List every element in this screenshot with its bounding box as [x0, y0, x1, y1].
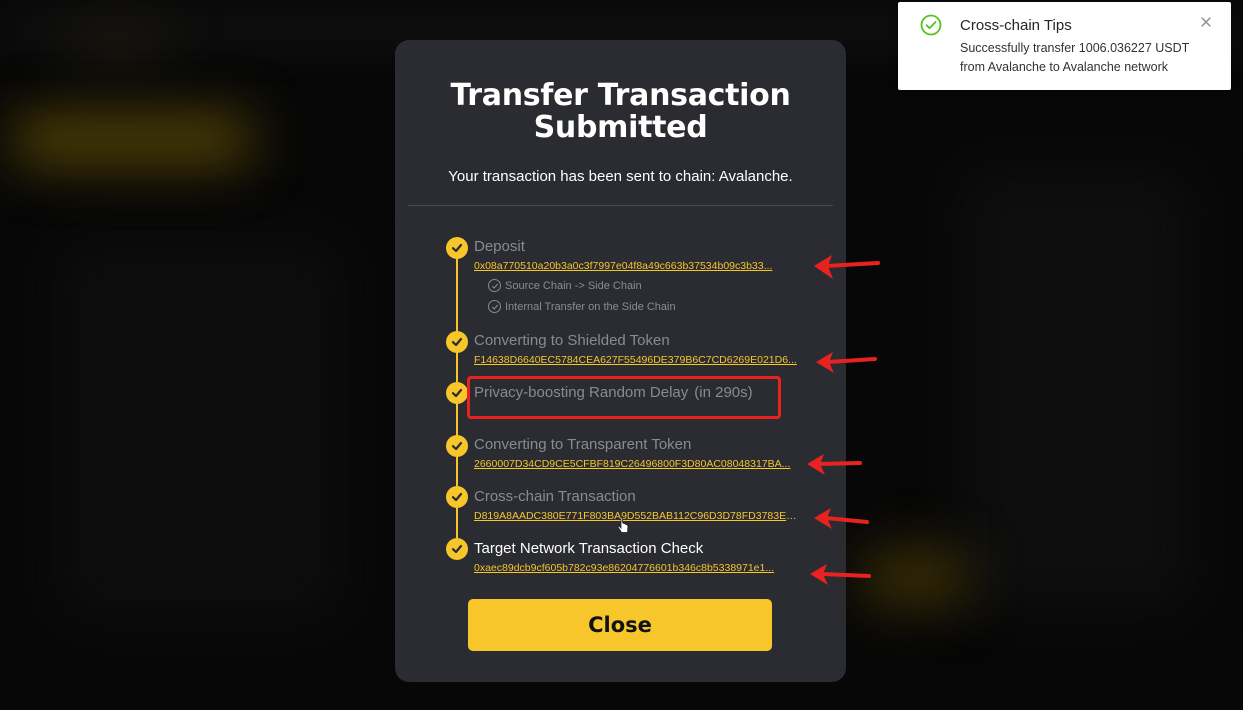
background-button — [10, 112, 255, 167]
modal-title-line2: Submitted — [533, 110, 708, 145]
step-deposit-title: Deposit — [474, 238, 525, 255]
toast-title: Cross-chain Tips — [960, 17, 1072, 34]
modal-divider — [408, 205, 833, 206]
red-arrow-icon — [814, 508, 869, 529]
step-target-check-hash-link[interactable]: 0xaec89dcb9cf605b782c93e86204776601b346c… — [474, 562, 800, 574]
check-circle-icon — [488, 279, 501, 292]
close-button[interactable]: Close — [468, 599, 772, 651]
sub-step-label: Source Chain -> Side Chain — [505, 279, 642, 292]
background-action — [860, 550, 970, 605]
sub-step-label: Internal Transfer on the Side Chain — [505, 300, 676, 313]
toast-message: Successfully transfer 1006.036227 USDT f… — [960, 41, 1190, 74]
sub-step-internal-transfer: Internal Transfer on the Side Chain — [488, 300, 676, 313]
step-check-icon — [446, 382, 468, 404]
red-arrow-icon — [816, 352, 877, 373]
step-transparent-hash-link[interactable]: 2660007D34CD9CE5CFBF819C26496800F3D80AC0… — [474, 458, 800, 470]
cross-chain-toast: Cross-chain Tips Successfully transfer 1… — [898, 2, 1231, 90]
step-check-icon — [446, 237, 468, 259]
background-panel-right — [960, 170, 1190, 610]
red-arrow-icon — [810, 564, 871, 585]
red-arrow-icon — [814, 255, 880, 279]
background-panel-left — [60, 240, 340, 620]
red-arrow-icon — [807, 454, 862, 475]
modal-title-line1: Transfer Transaction — [450, 78, 791, 113]
step-check-icon — [446, 538, 468, 560]
step-crosschain-hash-link[interactable]: D819A8AADC380E771F803BA9D552BAB112C96D3D… — [474, 510, 800, 522]
background-logo — [62, 22, 172, 60]
step-transparent-title: Converting to Transparent Token — [474, 436, 692, 453]
step-check-icon — [446, 486, 468, 508]
step-target-check-title: Target Network Transaction Check — [474, 540, 704, 557]
red-highlight-box — [467, 376, 781, 419]
check-circle-icon — [488, 300, 501, 313]
step-check-icon — [446, 331, 468, 353]
step-check-icon — [446, 435, 468, 457]
step-shielded-title: Converting to Shielded Token — [474, 332, 670, 349]
step-shielded-hash-link[interactable]: F14638D6640EC5784CEA627F55496DE379B6C7CD… — [474, 354, 800, 366]
modal-subtitle: Your transaction has been sent to chain:… — [448, 168, 793, 185]
sub-step-source-chain: Source Chain -> Side Chain — [488, 279, 642, 292]
step-crosschain-title: Cross-chain Transaction — [474, 488, 636, 505]
modal-title: Transfer Transaction Submitted — [395, 80, 846, 144]
mouse-cursor-icon — [617, 516, 629, 533]
close-icon[interactable] — [1199, 15, 1213, 29]
check-circle-icon — [920, 14, 942, 36]
step-deposit-hash-link[interactable]: 0x08a770510a20b3a0c3f7997e04f8a49c663b37… — [474, 260, 800, 272]
